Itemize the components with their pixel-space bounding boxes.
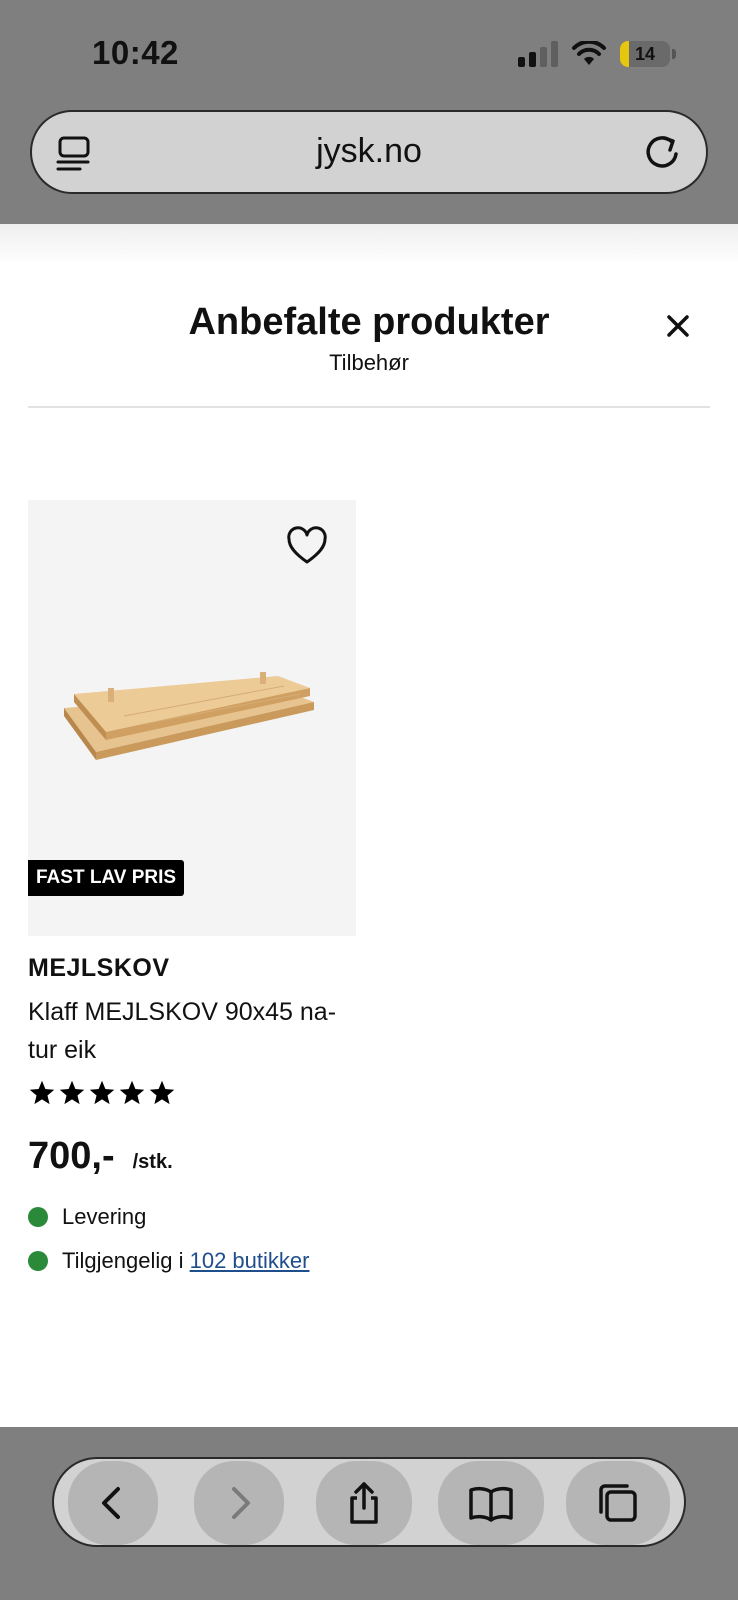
star-icon [89, 1080, 115, 1105]
bookmarks-icon [469, 1486, 513, 1522]
back-button[interactable] [68, 1461, 158, 1545]
star-icon [59, 1080, 85, 1105]
tabs-icon [599, 1484, 637, 1522]
back-icon [102, 1487, 120, 1519]
product-name[interactable]: Klaff MEJLSKOV 90x45 na-tur eik [28, 993, 348, 1069]
status-icons: 14 [518, 38, 676, 70]
star-icon [119, 1080, 145, 1105]
cellular-signal-icon [518, 41, 558, 67]
share-icon [350, 1482, 378, 1524]
reload-icon[interactable] [640, 130, 684, 174]
bookmarks-button[interactable] [438, 1461, 544, 1545]
header-divider [28, 406, 710, 408]
delivery-status: Levering [28, 1204, 356, 1230]
close-icon[interactable] [662, 310, 694, 342]
modal-header: Anbefalte produkter Tilbehør [0, 296, 738, 378]
rating-stars [28, 1079, 356, 1107]
price-unit: /stk. [132, 1151, 173, 1173]
product-price: 700,- [28, 1135, 115, 1177]
forward-button[interactable] [194, 1461, 284, 1545]
product-image[interactable]: FAST LAV PRIS [28, 500, 356, 936]
status-time: 10:42 [92, 34, 179, 71]
modal-subtitle: Tilbehør [329, 350, 409, 375]
availability-prefix: Tilgjengelig i [62, 1248, 190, 1273]
availability-status-dot [28, 1251, 48, 1271]
browser-toolbar [52, 1457, 686, 1547]
address-bar[interactable]: jysk.no [30, 110, 708, 194]
favorite-heart-icon[interactable] [286, 526, 328, 568]
battery-icon: 14 [620, 41, 670, 67]
price-badge: FAST LAV PRIS [28, 860, 185, 896]
modal-title: Anbefalte produkter [188, 301, 550, 343]
wooden-leaf-image [64, 672, 314, 760]
header-shadow [0, 224, 738, 264]
forward-icon [232, 1487, 250, 1519]
product-brand[interactable]: MEJLSKOV [28, 954, 356, 983]
share-button[interactable] [316, 1461, 412, 1545]
tabs-button[interactable] [566, 1461, 670, 1545]
store-availability: Tilgjengelig i 102 butikker [28, 1248, 356, 1274]
product-card[interactable]: FAST LAV PRIS MEJLSKOV Klaff MEJLSKOV 90… [28, 500, 356, 1274]
price-row: 700,- /stk. [28, 1135, 356, 1178]
store-count-link[interactable]: 102 butikker [190, 1248, 310, 1273]
delivery-status-dot [28, 1207, 48, 1227]
url-text[interactable]: jysk.no [32, 132, 706, 171]
browser-bottom-chrome [0, 1427, 738, 1600]
battery-percentage: 14 [634, 43, 656, 64]
availability-text: Tilgjengelig i 102 butikker [62, 1248, 309, 1274]
star-icon [29, 1080, 55, 1105]
delivery-label: Levering [62, 1204, 147, 1229]
browser-top-chrome: 10:42 14 jysk.no [0, 0, 738, 224]
wifi-icon [572, 41, 606, 65]
star-icon [149, 1080, 175, 1105]
